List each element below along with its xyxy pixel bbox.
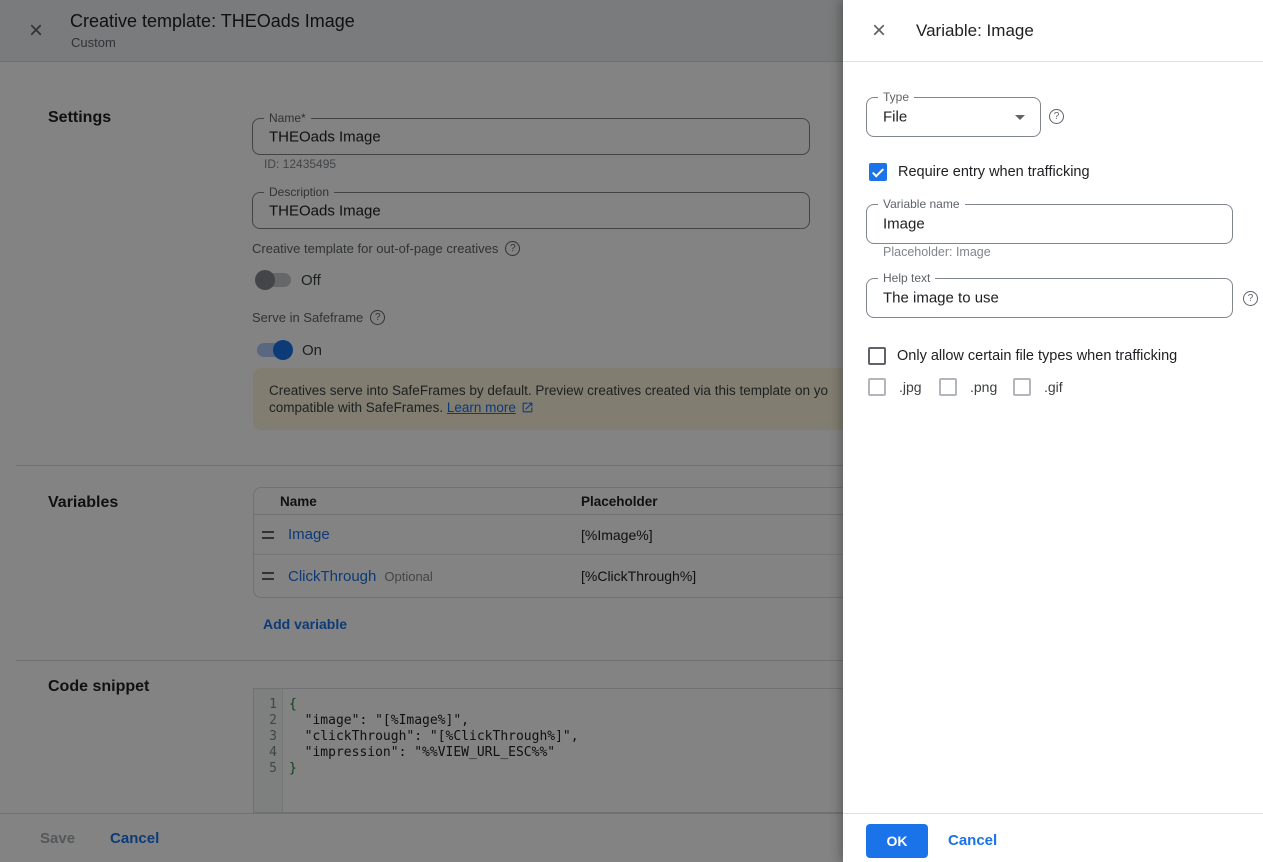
file-type-option-jpg: .jpg bbox=[868, 378, 922, 396]
require-entry-checkbox[interactable] bbox=[869, 163, 887, 181]
close-icon[interactable]: × bbox=[868, 20, 890, 42]
help-icon[interactable]: ? bbox=[1243, 291, 1258, 306]
panel-footer: OK Cancel bbox=[843, 813, 1263, 862]
png-checkbox[interactable] bbox=[939, 378, 957, 396]
jpg-checkbox[interactable] bbox=[868, 378, 886, 396]
help-icon[interactable]: ? bbox=[1049, 109, 1064, 124]
only-allow-file-types-label: Only allow certain file types when traff… bbox=[897, 348, 1177, 364]
arrow-drop-down-icon bbox=[1015, 115, 1025, 120]
panel-cancel-button[interactable]: Cancel bbox=[948, 832, 997, 849]
variable-side-panel: × Variable: Image Type File ? Require en… bbox=[843, 0, 1263, 862]
require-entry-row: Require entry when trafficking bbox=[869, 163, 1090, 181]
gif-label: .gif bbox=[1044, 379, 1063, 395]
variable-name-label: Variable name bbox=[878, 197, 965, 212]
type-select-value: File bbox=[883, 109, 907, 126]
help-text-value: The image to use bbox=[883, 290, 999, 307]
panel-header: × Variable: Image bbox=[843, 0, 1263, 62]
gif-checkbox[interactable] bbox=[1013, 378, 1031, 396]
jpg-label: .jpg bbox=[899, 379, 922, 395]
file-types-row: Only allow certain file types when traff… bbox=[868, 347, 1177, 365]
png-label: .png bbox=[970, 379, 997, 395]
type-select-label: Type bbox=[878, 90, 914, 105]
help-text-label: Help text bbox=[878, 271, 935, 286]
modal-scrim[interactable] bbox=[0, 0, 843, 862]
placeholder-helper: Placeholder: Image bbox=[883, 245, 991, 259]
screen: × Creative template: THEOads Image Custo… bbox=[0, 0, 1263, 862]
file-type-option-png: .png bbox=[939, 378, 997, 396]
file-type-option-gif: .gif bbox=[1013, 378, 1063, 396]
variable-name-field[interactable]: Variable name Image bbox=[866, 204, 1233, 244]
require-entry-label: Require entry when trafficking bbox=[898, 164, 1090, 180]
help-text-field[interactable]: Help text The image to use bbox=[866, 278, 1233, 318]
ok-button[interactable]: OK bbox=[866, 824, 928, 858]
panel-title: Variable: Image bbox=[916, 21, 1034, 41]
only-allow-file-types-checkbox[interactable] bbox=[868, 347, 886, 365]
variable-name-value: Image bbox=[883, 216, 925, 233]
type-select[interactable]: Type File bbox=[866, 97, 1041, 137]
